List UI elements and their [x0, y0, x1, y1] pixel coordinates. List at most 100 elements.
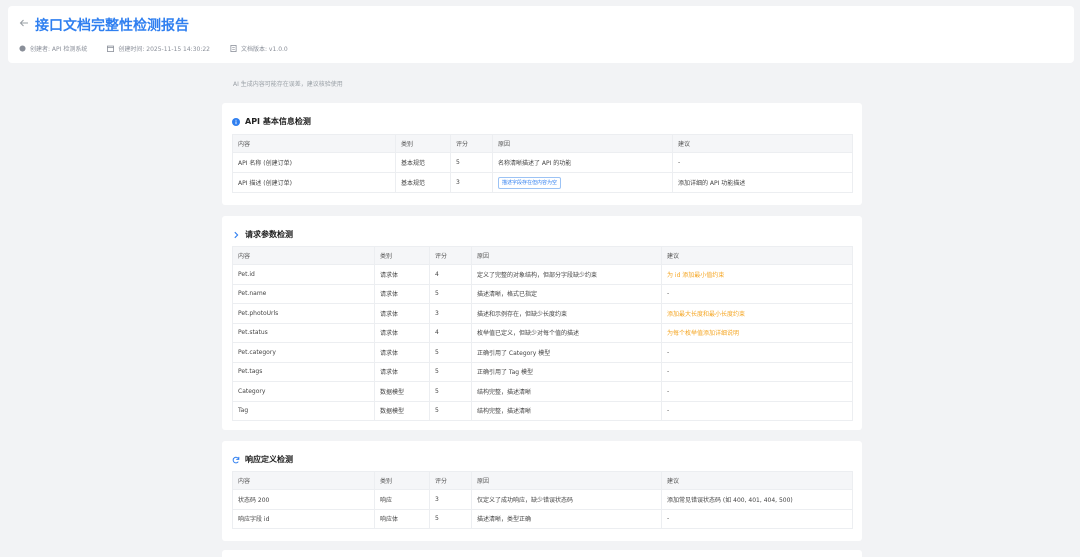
section-request-params: 请求参数检测 内容 类别 评分 原因 建议 Pet.id 请求体 4 定义了完整…: [222, 216, 862, 430]
cell-score: 5: [429, 342, 472, 363]
cell-category: 基本规范: [395, 152, 451, 173]
cell-content: Pet.tags: [232, 361, 375, 382]
column-header: 类别: [374, 471, 430, 490]
cell-suggestion: 添加常见错误状态码 (如 400, 401, 404, 500): [661, 489, 853, 510]
column-header: 评分: [450, 134, 493, 153]
table-row: Pet.id 请求体 4 定义了完整的对象结构，但部分字段缺少约束 为 id 添…: [232, 264, 853, 285]
user-icon: [19, 45, 26, 52]
meta-created-time-text: 创建时间: 2025-11-15 14:30:22: [118, 46, 210, 53]
cell-score: 5: [429, 361, 472, 382]
cell-reason: 定义了完整的对象结构，但部分字段缺少约束: [471, 264, 662, 285]
column-header: 类别: [395, 134, 451, 153]
cell-reason: 描述清晰，类型正确: [471, 508, 662, 529]
cell-content: Category: [232, 381, 375, 402]
table-row: Pet.status 请求体 4 枚举值已定义，但缺少对每个值的描述 为每个枚举…: [232, 322, 853, 343]
column-header: 内容: [232, 134, 396, 153]
cell-score: 5: [429, 400, 472, 421]
calendar-icon: [107, 45, 115, 52]
cell-suggestion: -: [672, 152, 853, 173]
section-api-basic: API 基本信息检测 内容 类别 评分 原因 建议 API 名称 (创建订单) …: [222, 103, 862, 205]
cell-content: Tag: [232, 400, 375, 421]
cell-suggestion: 添加详细的 API 功能描述: [672, 172, 853, 193]
column-header: 建议: [661, 246, 853, 265]
table-row: Tag 数据模型 5 结构完整，描述清晰 -: [232, 400, 853, 421]
table-row: 响应字段 id 响应体 5 描述清晰，类型正确 -: [232, 508, 853, 529]
cell-category: 请求体: [374, 342, 430, 363]
meta-created-time: 创建时间: 2025-11-15 14:30:22: [107, 44, 210, 53]
cell-reason: 结构完整，描述清晰: [471, 381, 662, 402]
cell-category: 请求体: [374, 361, 430, 382]
cell-content: API 名称 (创建订单): [232, 152, 396, 173]
meta-row: 创建者: API 检测系统 创建时间: 2025-11-15 14:30:22 …: [19, 44, 308, 53]
cell-reason: 描述字段存在但内容为空: [492, 172, 673, 193]
section-title-response-def[interactable]: 响应定义检测: [232, 454, 293, 465]
section-title-text: 请求参数检测: [245, 230, 293, 239]
cell-reason: 仅定义了成功响应，缺少错误状态码: [471, 489, 662, 510]
cell-suggestion: -: [661, 381, 853, 402]
cell-suggestion: 为 id 添加最小值约束: [661, 264, 853, 285]
cell-content: 状态码 200: [232, 489, 375, 510]
cell-suggestion: -: [661, 283, 853, 304]
reason-highlight-tag[interactable]: 描述字段存在但内容为空: [498, 176, 562, 189]
cell-category: 请求体: [374, 283, 430, 304]
meta-creator: 创建者: API 检测系统: [19, 44, 87, 53]
column-header: 建议: [661, 471, 853, 490]
cell-score: 5: [429, 508, 472, 529]
back-arrow-icon[interactable]: [19, 18, 33, 32]
cell-reason: 描述和示例存在，但缺少长度约束: [471, 303, 662, 324]
cell-content: Pet.id: [232, 264, 375, 285]
cell-score: 3: [429, 303, 472, 324]
table-row: 状态码 200 响应 3 仅定义了成功响应，缺少错误状态码 添加常见错误状态码 …: [232, 489, 853, 510]
column-header: 原因: [492, 134, 673, 153]
section-title-text: 响应定义检测: [245, 455, 293, 464]
column-header: 建议: [672, 134, 853, 153]
column-header: 评分: [429, 471, 472, 490]
cell-category: 响应: [374, 489, 430, 510]
meta-doc-version: 文档版本: v1.0.0: [230, 44, 288, 53]
column-header: 原因: [471, 246, 662, 265]
cell-suggestion: -: [661, 508, 853, 529]
table-response-def: 内容 类别 评分 原因 建议 状态码 200 响应 3 仅定义了成功响应，缺少错…: [232, 471, 853, 529]
document-icon: [230, 45, 237, 52]
cell-suggestion: -: [661, 342, 853, 363]
section-title-request-params[interactable]: 请求参数检测: [232, 229, 293, 240]
cell-content: Pet.name: [232, 283, 375, 304]
page-title: 接口文档完整性检测报告: [35, 18, 189, 34]
column-header: 评分: [429, 246, 472, 265]
cell-category: 基本规范: [395, 172, 451, 193]
table-row: API 名称 (创建订单) 基本规范 5 名称清晰描述了 API 的功能 -: [232, 152, 853, 173]
cell-suggestion: -: [661, 361, 853, 382]
section-title-api-basic: API 基本信息检测: [232, 116, 311, 127]
page-header: 接口文档完整性检测报告 创建者: API 检测系统 创建时间: 2025-11-…: [8, 6, 1074, 63]
cell-reason: 正确引用了 Tag 模型: [471, 361, 662, 382]
cell-reason: 描述清晰，格式已指定: [471, 283, 662, 304]
table-header-row: 内容 类别 评分 原因 建议: [232, 134, 853, 153]
cell-reason: 正确引用了 Category 模型: [471, 342, 662, 363]
table-row: Pet.photoUrls 请求体 3 描述和示例存在，但缺少长度约束 添加最大…: [232, 303, 853, 324]
cell-score: 4: [429, 264, 472, 285]
cell-score: 5: [429, 283, 472, 304]
table-request-params: 内容 类别 评分 原因 建议 Pet.id 请求体 4 定义了完整的对象结构，但…: [232, 246, 853, 421]
refresh-icon: [232, 456, 240, 464]
cell-category: 请求体: [374, 264, 430, 285]
cell-score: 5: [450, 152, 493, 173]
cell-score: 4: [429, 322, 472, 343]
cell-category: 请求体: [374, 322, 430, 343]
section-title-text: API 基本信息检测: [245, 117, 311, 126]
table-row: Pet.name 请求体 5 描述清晰，格式已指定 -: [232, 283, 853, 304]
section-response-def: 响应定义检测 内容 类别 评分 原因 建议 状态码 200 响应 3 仅定义了成…: [222, 441, 862, 541]
table-header-row: 内容 类别 评分 原因 建议: [232, 246, 853, 265]
chevron-right-icon[interactable]: [232, 231, 240, 239]
cell-category: 响应体: [374, 508, 430, 529]
section-next-partial: [222, 550, 862, 557]
cell-suggestion: 添加最大长度和最小长度约束: [661, 303, 853, 324]
cell-score: 3: [450, 172, 493, 193]
cell-score: 5: [429, 381, 472, 402]
cell-suggestion: -: [661, 400, 853, 421]
column-header: 类别: [374, 246, 430, 265]
cell-reason: 名称清晰描述了 API 的功能: [492, 152, 673, 173]
cell-content: Pet.category: [232, 342, 375, 363]
column-header: 内容: [232, 471, 375, 490]
cell-category: 请求体: [374, 303, 430, 324]
ai-notice: AI 生成内容可能存在误差，建议核验使用: [233, 81, 343, 88]
